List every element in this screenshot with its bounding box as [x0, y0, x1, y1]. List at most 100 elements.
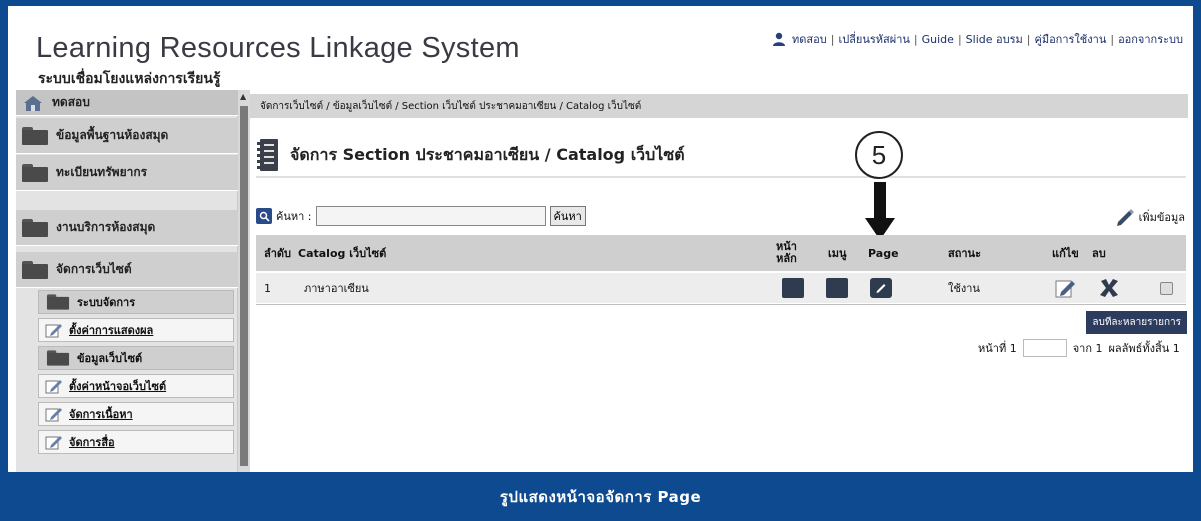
- page-number-input[interactable]: [1022, 339, 1067, 357]
- sidebar-item-website[interactable]: จัดการเว็บไซต์: [16, 252, 238, 288]
- sidebar-item-label: ข้อมูลพื้นฐานห้องสมุด: [56, 128, 169, 142]
- search-icon: [256, 208, 272, 224]
- slide-link[interactable]: Slide อบรม: [966, 30, 1023, 48]
- sidebar-subitem-label: ตั้งค่าการแสดงผล: [69, 324, 154, 337]
- separator: |: [913, 32, 918, 46]
- pencil-icon: [45, 324, 62, 338]
- search-row: ค้นหา : ค้นหา: [256, 206, 586, 226]
- pencil-icon: [45, 436, 62, 450]
- multi-delete-button[interactable]: ลบทีละหลายรายการ: [1086, 311, 1187, 334]
- search-button[interactable]: ค้นหา: [549, 206, 586, 226]
- user-link[interactable]: ทดสอบ: [792, 30, 827, 48]
- separator: |: [957, 32, 962, 46]
- sidebar-subitem-label: จัดการสื่อ: [69, 436, 115, 449]
- table-row: 1 ภาษาอาเซียน ใช้งาน: [256, 273, 1186, 303]
- sidebar-subitem-media[interactable]: จัดการสื่อ: [38, 430, 234, 454]
- sidebar-subitem-label: ระบบจัดการ: [77, 296, 136, 309]
- sidebar-item-library-data[interactable]: ข้อมูลพื้นฐานห้องสมุด: [16, 118, 238, 154]
- divider: [256, 176, 1186, 178]
- search-input[interactable]: [315, 206, 546, 226]
- add-data-label: เพิ่มข้อมูล: [1138, 211, 1185, 224]
- sidebar-subitem-label: จัดการเนื้อหา: [69, 408, 133, 421]
- folder-icon: [46, 350, 70, 366]
- edit-pen-icon: [1116, 209, 1134, 226]
- sidebar-subitem-website-data[interactable]: ข้อมูลเว็บไซต์: [38, 346, 234, 370]
- column-header-page: Page: [868, 246, 899, 260]
- home-icon: [24, 95, 42, 111]
- folder-icon: [22, 218, 48, 237]
- page-of-label: จาก 1: [1072, 342, 1103, 355]
- cell-order: 1: [264, 281, 271, 295]
- cell-status: ใช้งาน: [948, 282, 980, 295]
- divider: [256, 304, 1186, 305]
- sidebar-subitem-label: ตั้งค่าหน้าจอเว็บไซต์: [69, 380, 167, 393]
- top-links: ทดสอบ | เปลี่ยนรหัสผ่าน | Guide | Slide …: [772, 30, 1183, 48]
- manual-link[interactable]: คู่มือการใช้งาน: [1034, 30, 1106, 48]
- sidebar-item-services[interactable]: งานบริการห้องสมุด: [16, 210, 238, 246]
- table-header: ลำดับ Catalog เว็บไซต์ หน้า หลัก เมนู Pa…: [256, 235, 1186, 271]
- delete-button[interactable]: [1098, 273, 1120, 303]
- select-checkbox[interactable]: [1160, 273, 1173, 303]
- delete-x-icon: [1100, 279, 1118, 297]
- separator: |: [1026, 32, 1031, 46]
- home-square-icon: [782, 278, 804, 298]
- sidebar-item-label: งานบริการห้องสมุด: [56, 220, 156, 234]
- page-title: จัดการ Section ประชาคมอาเซียน / Catalog …: [290, 144, 685, 164]
- folder-icon: [22, 126, 48, 145]
- pager: หน้าที่ 1 จาก 1 ผลลัพธ์ทั้งสิ้น 1: [978, 339, 1180, 357]
- page-header: จัดการ Section ประชาคมอาเซียน / Catalog …: [256, 138, 685, 172]
- pencil-icon: [45, 408, 62, 422]
- scroll-up-icon[interactable]: ▲: [240, 92, 246, 101]
- app-title: Learning Resources Linkage System: [36, 32, 520, 64]
- logout-link[interactable]: ออกจากระบบ: [1118, 30, 1183, 48]
- column-header-order: ลำดับ: [264, 247, 292, 260]
- edit-icon: [1055, 280, 1075, 298]
- sidebar-subitem-label: ข้อมูลเว็บไซต์: [77, 352, 143, 365]
- home-toggle-button[interactable]: [782, 273, 804, 303]
- sidebar-subitem-system[interactable]: ระบบจัดการ: [38, 290, 234, 314]
- sidebar-scrollbar[interactable]: ▲: [238, 90, 250, 472]
- breadcrumb-text[interactable]: จัดการเว็บไซต์ / ข้อมูลเว็บไซต์ / Sectio…: [260, 99, 641, 114]
- app-window: Learning Resources Linkage System ระบบเช…: [8, 6, 1193, 472]
- column-header-menu: เมนู: [828, 247, 847, 260]
- add-data-button[interactable]: เพิ่มข้อมูล: [1115, 208, 1185, 226]
- sidebar-item-home[interactable]: ทดสอบ: [16, 90, 238, 116]
- document-list-icon: [257, 139, 278, 171]
- search-label: ค้นหา :: [276, 210, 312, 223]
- breadcrumb: จัดการเว็บไซต์ / ข้อมูลเว็บไซต์ / Sectio…: [250, 94, 1188, 118]
- app-subtitle: ระบบเชื่อมโยงแหล่งการเรียนรู้: [38, 71, 221, 87]
- separator: |: [830, 32, 835, 46]
- sidebar-subitem-display-settings[interactable]: ตั้งค่าการแสดงผล: [38, 318, 234, 342]
- guide-link[interactable]: Guide: [922, 33, 954, 46]
- change-password-link[interactable]: เปลี่ยนรหัสผ่าน: [838, 30, 909, 48]
- scrollbar-thumb[interactable]: [240, 106, 248, 466]
- total-results-label: ผลลัพธ์ทั้งสิ้น 1: [1108, 342, 1180, 355]
- column-header-status: สถานะ: [948, 247, 981, 260]
- menu-toggle-button[interactable]: [826, 273, 848, 303]
- sidebar: ทดสอบ ข้อมูลพื้นฐานห้องสมุด ทะเบียนทรัพย…: [16, 90, 250, 472]
- sidebar-item-label: ทดสอบ: [52, 95, 90, 109]
- checkbox-icon: [1160, 281, 1173, 295]
- page-edit-icon: [870, 278, 892, 298]
- pencil-icon: [45, 380, 62, 394]
- sidebar-item-label: จัดการเว็บไซต์: [56, 262, 132, 276]
- figure-caption: รูปแสดงหน้าจอจัดการ Page: [499, 487, 702, 506]
- sidebar-subitem-content[interactable]: จัดการเนื้อหา: [38, 402, 234, 426]
- menu-square-icon: [826, 278, 848, 298]
- edit-button[interactable]: [1054, 273, 1076, 303]
- sidebar-item-resources[interactable]: ทะเบียนทรัพยากร: [16, 155, 238, 191]
- cell-catalog: ภาษาอาเซียน: [304, 282, 369, 295]
- separator: |: [1110, 32, 1115, 46]
- column-header-delete: ลบ: [1092, 247, 1106, 260]
- column-header-home-line2: หลัก: [776, 252, 797, 265]
- step-callout: 5: [855, 131, 903, 179]
- column-header-home: หน้า หลัก: [776, 235, 797, 271]
- page-label: หน้าที่ 1: [978, 342, 1017, 355]
- folder-icon: [22, 260, 48, 279]
- page-edit-button[interactable]: [870, 273, 892, 303]
- folder-icon: [46, 294, 70, 310]
- sidebar-subitem-screen-settings[interactable]: ตั้งค่าหน้าจอเว็บไซต์: [38, 374, 234, 398]
- user-icon: [773, 32, 786, 46]
- column-header-edit: แก้ไข: [1052, 247, 1079, 260]
- folder-icon: [22, 163, 48, 182]
